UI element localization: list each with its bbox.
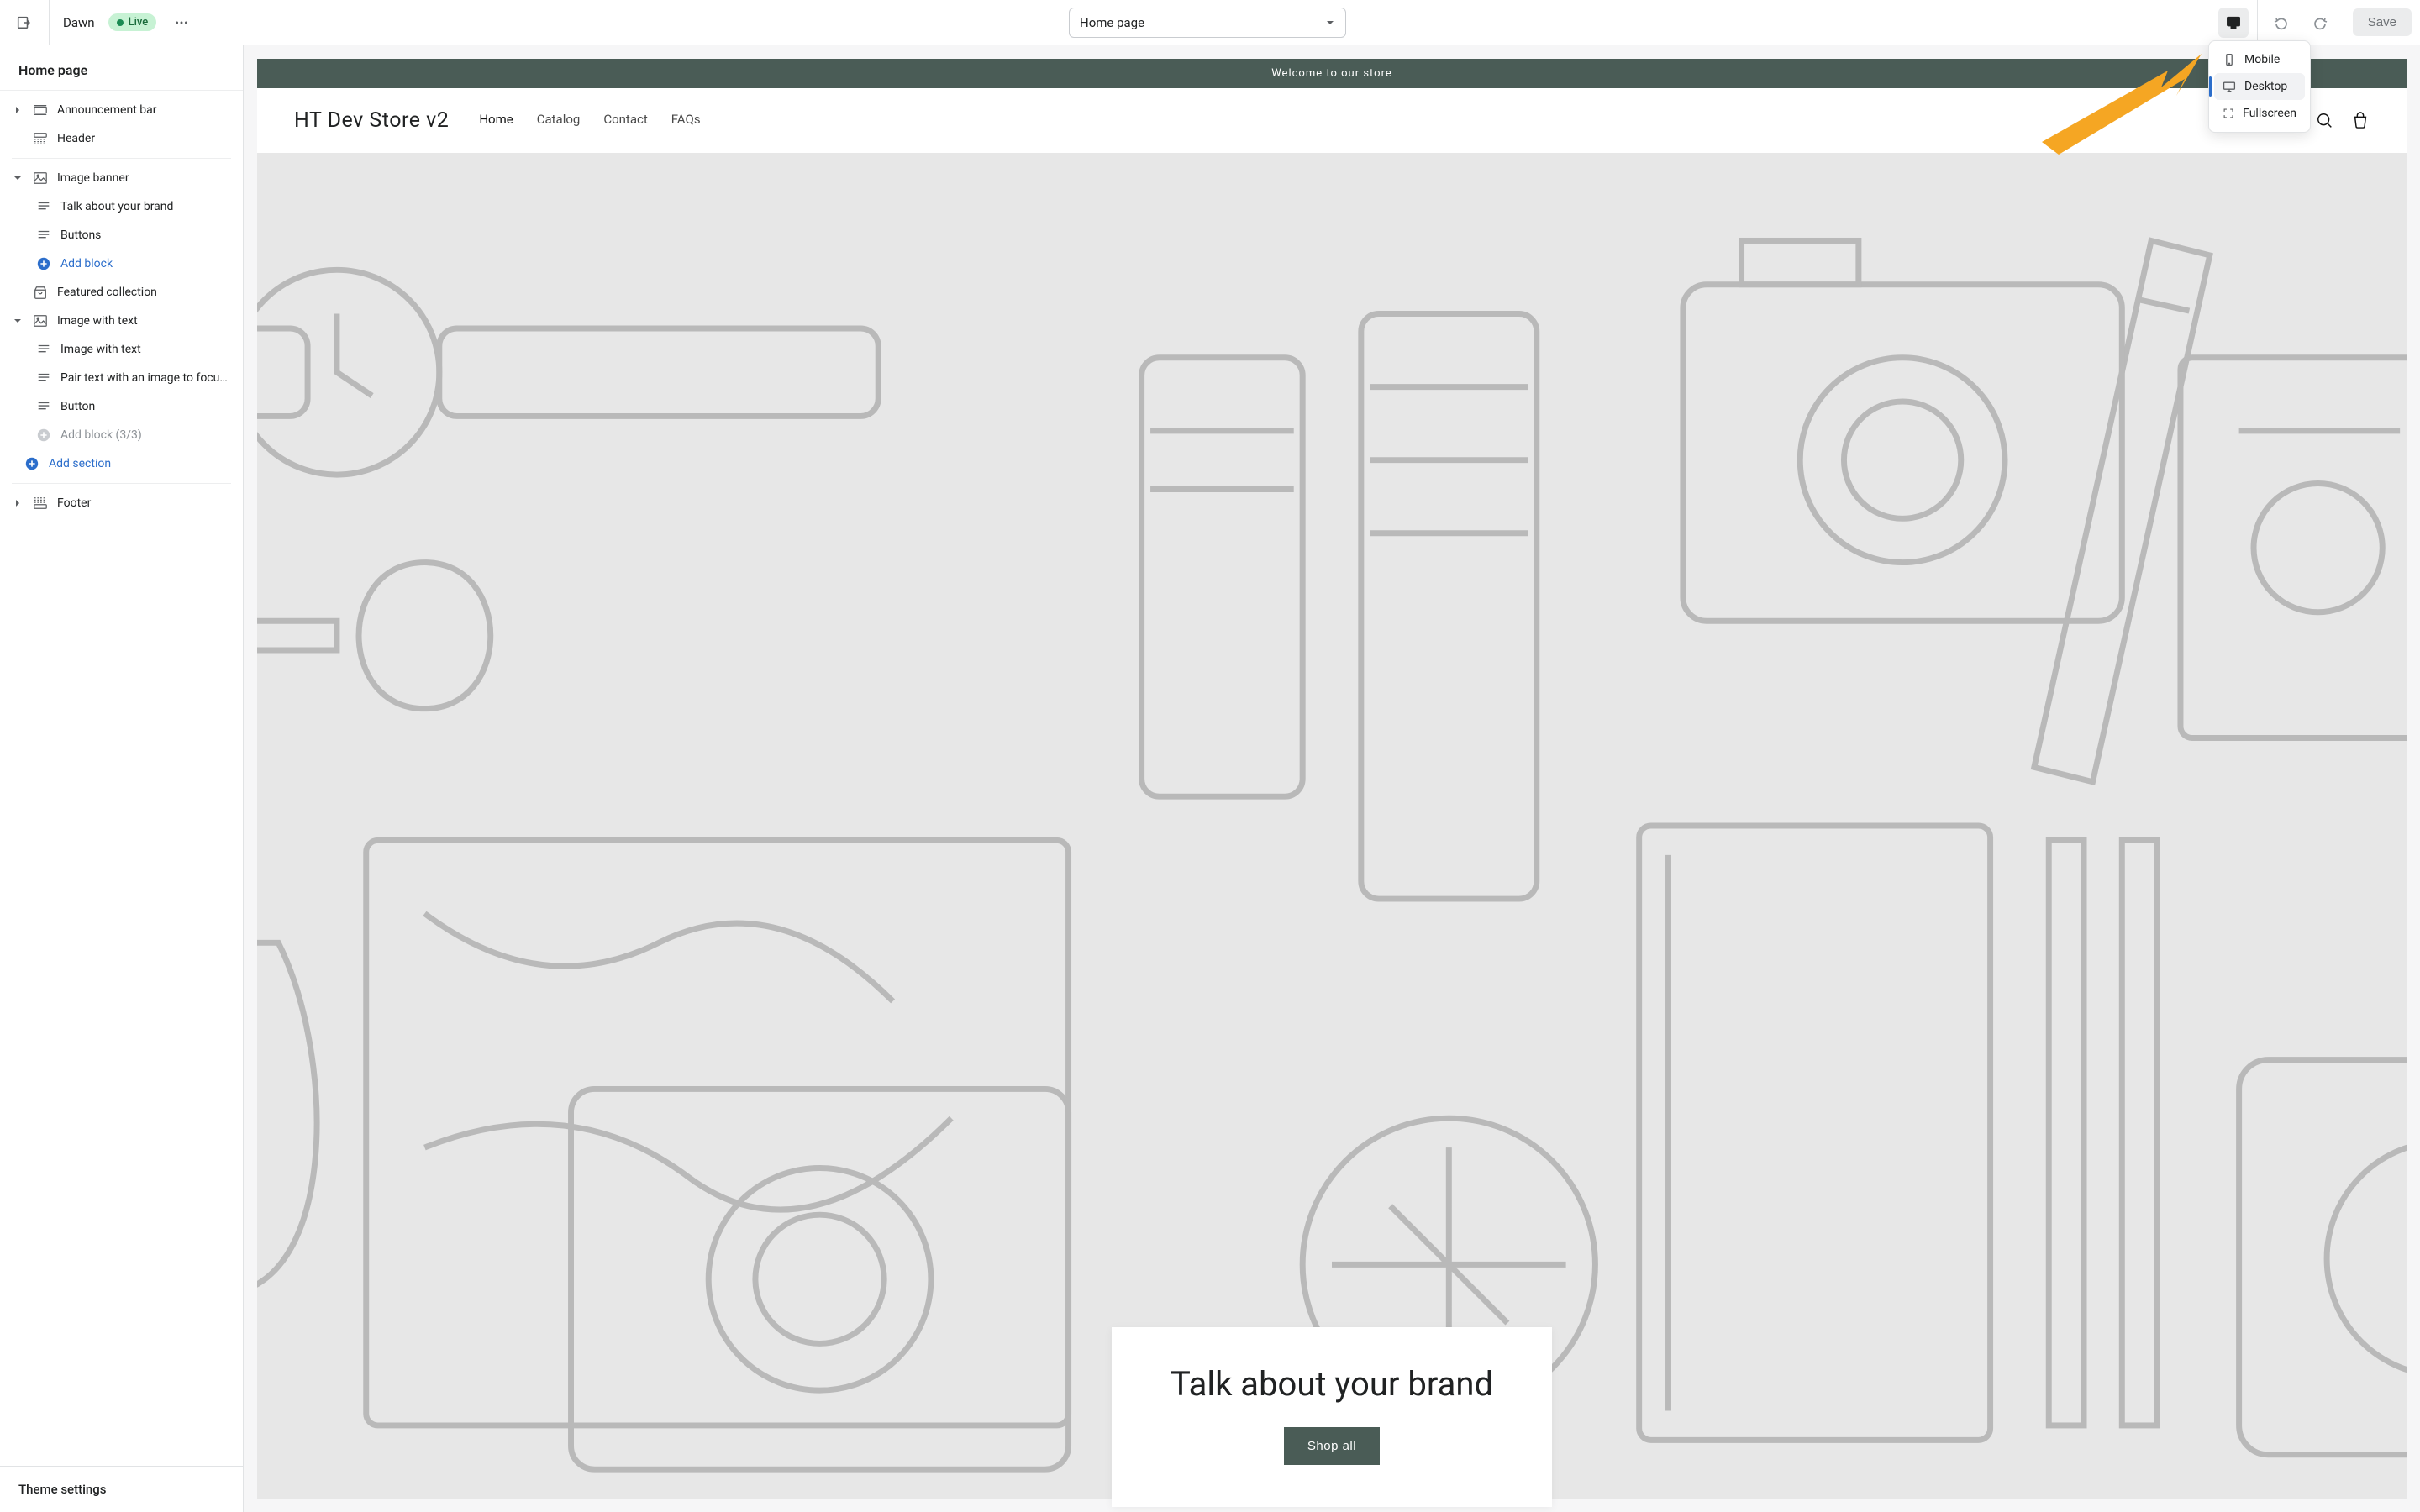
divider — [2257, 0, 2258, 45]
add-block-label: Add block — [60, 257, 231, 270]
live-dot-icon — [117, 19, 124, 26]
section-label: Image with text — [57, 314, 231, 328]
nav-link-catalog[interactable]: Catalog — [537, 112, 581, 129]
hero-section: Talk about your brand Shop all — [257, 153, 2407, 1499]
section-label: Announcement bar — [57, 103, 231, 117]
chevron-right-icon — [12, 106, 24, 114]
block-label: Button — [60, 400, 231, 413]
text-block-icon — [35, 198, 52, 215]
add-block-disabled: Add block (3/3) — [0, 421, 243, 449]
search-icon[interactable] — [2316, 112, 2334, 130]
divider — [49, 0, 50, 45]
section-icon — [32, 495, 49, 512]
viewport-option-mobile[interactable]: Mobile — [2214, 46, 2305, 73]
hero-content-card: Talk about your brand Shop all — [1112, 1327, 1552, 1507]
viewport-option-label: Fullscreen — [2243, 107, 2296, 120]
add-section-label: Add section — [49, 457, 231, 470]
store-nav: Home Catalog Contact FAQs — [479, 112, 700, 129]
section-label: Featured collection — [57, 286, 231, 299]
text-block-icon — [35, 398, 52, 415]
plus-circle-icon — [35, 255, 52, 272]
block-label: Image with text — [60, 343, 231, 356]
more-actions-button[interactable] — [166, 8, 197, 38]
block-buttons[interactable]: Buttons — [0, 221, 243, 249]
viewport-option-label: Desktop — [2244, 80, 2287, 93]
section-icon — [32, 130, 49, 147]
image-icon — [32, 312, 49, 329]
viewport-menu: Mobile Desktop Fullscreen — [2208, 40, 2311, 133]
block-label: Pair text with an image to focu… — [60, 371, 231, 385]
preview-canvas: Welcome to our store HT Dev Store v2 Hom… — [244, 45, 2420, 1512]
divider — [12, 483, 231, 484]
exit-button[interactable] — [8, 8, 39, 38]
page-select-label: Home page — [1080, 15, 1144, 30]
chevron-down-icon — [12, 317, 24, 325]
fullscreen-icon — [2223, 107, 2234, 120]
text-block-icon — [35, 341, 52, 358]
store-header: HT Dev Store v2 Home Catalog Contact FAQ… — [257, 88, 2407, 153]
cart-icon[interactable] — [2351, 112, 2370, 130]
live-badge: Live — [108, 13, 157, 31]
section-list: Announcement bar Header Image banner Tal… — [0, 91, 243, 1466]
section-icon — [32, 102, 49, 118]
undo-icon — [2273, 14, 2290, 31]
undo-button[interactable] — [2266, 8, 2296, 38]
section-label: Image banner — [57, 171, 231, 185]
plus-circle-icon — [35, 427, 52, 444]
save-button[interactable]: Save — [2353, 8, 2412, 36]
hero-title: Talk about your brand — [1171, 1364, 1493, 1404]
section-footer[interactable]: Footer — [0, 489, 243, 517]
chevron-right-icon — [12, 499, 24, 507]
chevron-down-icon — [12, 174, 24, 182]
plus-circle-icon — [24, 455, 40, 472]
section-announcement-bar[interactable]: Announcement bar — [0, 96, 243, 124]
nav-link-contact[interactable]: Contact — [603, 112, 647, 129]
section-image-with-text[interactable]: Image with text — [0, 307, 243, 335]
section-featured-collection[interactable]: Featured collection — [0, 278, 243, 307]
block-label: Talk about your brand — [60, 200, 231, 213]
viewport-option-label: Mobile — [2244, 53, 2280, 66]
viewport-option-desktop[interactable]: Desktop — [2214, 73, 2305, 100]
live-label: Live — [129, 16, 149, 29]
mobile-icon — [2223, 53, 2236, 66]
nav-link-faqs[interactable]: FAQs — [671, 112, 701, 129]
theme-name: Dawn — [60, 15, 98, 30]
redo-icon — [2312, 14, 2328, 31]
divider — [12, 158, 231, 159]
section-header[interactable]: Header — [0, 124, 243, 153]
section-label: Header — [57, 132, 231, 145]
store-preview: Welcome to our store HT Dev Store v2 Hom… — [257, 59, 2407, 1499]
store-name[interactable]: HT Dev Store v2 — [294, 108, 449, 133]
image-icon — [32, 170, 49, 186]
sidebar: Home page Announcement bar Header Image — [0, 45, 244, 1512]
theme-settings-button[interactable]: Theme settings — [0, 1466, 243, 1512]
redo-button[interactable] — [2305, 8, 2335, 38]
collection-icon — [32, 284, 49, 301]
section-image-banner[interactable]: Image banner — [0, 164, 243, 192]
viewport-button[interactable] — [2218, 8, 2249, 38]
desktop-icon — [2226, 15, 2241, 30]
add-section-button[interactable]: Add section — [0, 449, 243, 478]
hero-cta-button[interactable]: Shop all — [1284, 1427, 1380, 1465]
page-select[interactable]: Home page — [1069, 8, 1346, 38]
chevron-down-icon — [1325, 18, 1335, 28]
block-pair-text[interactable]: Pair text with an image to focu… — [0, 364, 243, 392]
dots-horizontal-icon — [174, 15, 189, 30]
add-block-label: Add block (3/3) — [60, 428, 231, 442]
desktop-icon — [2223, 80, 2236, 93]
sidebar-title: Home page — [0, 45, 243, 91]
viewport-option-fullscreen[interactable]: Fullscreen — [2214, 100, 2305, 127]
block-button[interactable]: Button — [0, 392, 243, 421]
hero-placeholder-image — [257, 153, 2407, 1499]
add-block-button[interactable]: Add block — [0, 249, 243, 278]
block-talk-about-brand[interactable]: Talk about your brand — [0, 192, 243, 221]
block-image-with-text[interactable]: Image with text — [0, 335, 243, 364]
announcement-bar: Welcome to our store — [257, 59, 2407, 88]
exit-icon — [16, 15, 31, 30]
section-label: Footer — [57, 496, 231, 510]
text-block-icon — [35, 227, 52, 244]
text-block-icon — [35, 370, 52, 386]
block-label: Buttons — [60, 228, 231, 242]
nav-link-home[interactable]: Home — [479, 112, 513, 129]
